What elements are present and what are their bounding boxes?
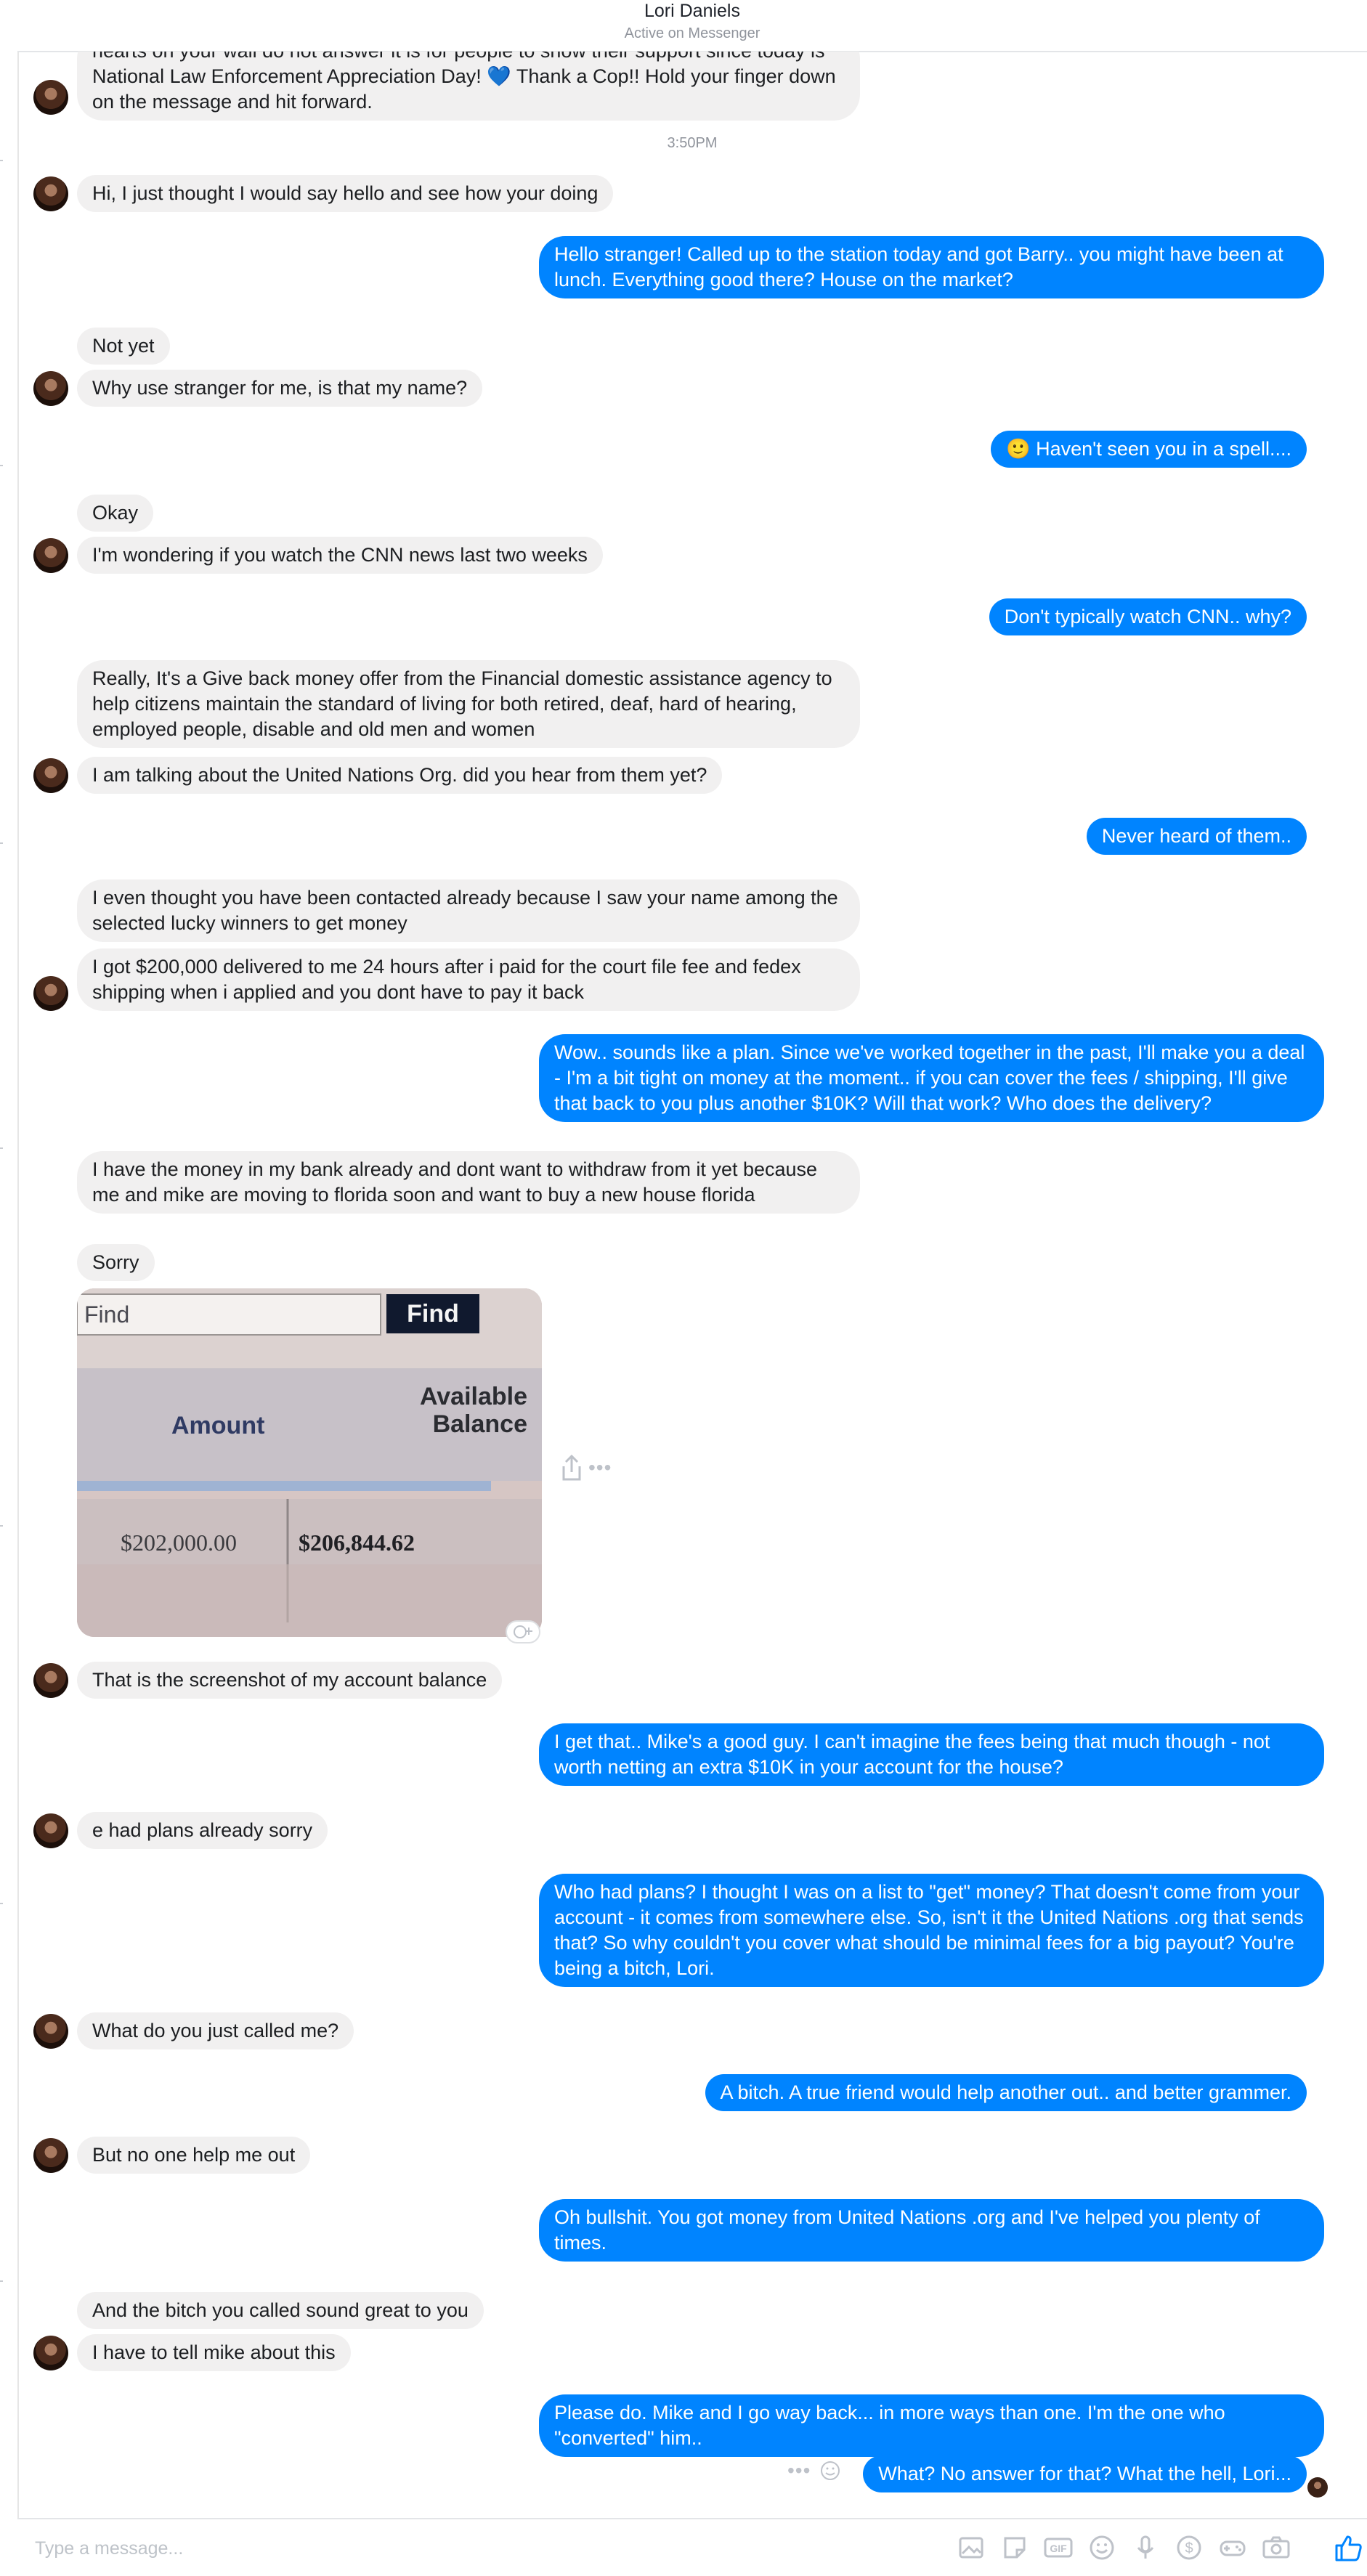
message-bubble[interactable]: Please do. Mike and I go way back... in … [539, 2394, 1324, 2457]
svg-text:GIF: GIF [1050, 2543, 1067, 2554]
message-bubble[interactable]: Oh bullshit. You got money from United N… [539, 2199, 1324, 2262]
message-bubble[interactable]: I am talking about the United Nations Or… [77, 757, 723, 794]
message-bubble[interactable]: A bitch. A true friend would help anothe… [705, 2074, 1307, 2111]
message-bubble[interactable]: Why use stranger for me, is that my name… [77, 370, 483, 407]
message-bubble[interactable]: Never heard of them.. [1086, 818, 1307, 855]
find-field: Find [84, 1301, 130, 1328]
message-bubble[interactable]: hearts on your wall do not answer it is … [77, 52, 860, 121]
message-bubble[interactable]: Hello stranger! Called up to the station… [539, 236, 1324, 298]
contact-name[interactable]: Lori Daniels [17, 0, 1367, 22]
message-bubble[interactable]: I even thought you have been contacted a… [77, 879, 860, 942]
message-bubble[interactable]: I have to tell mike about this [77, 2334, 351, 2371]
message-bubble[interactable]: I get that.. Mike's a good guy. I can't … [539, 1723, 1324, 1786]
available-column-header: Available Balance [353, 1383, 527, 1438]
rail-marker [0, 1903, 3, 1904]
message-bubble[interactable]: And the bitch you called sound great to … [77, 2292, 484, 2329]
more-options-icon[interactable]: ••• [588, 1456, 612, 1479]
find-button: Find [386, 1294, 479, 1333]
avatar[interactable] [33, 2014, 68, 2049]
emoji-icon[interactable] [1085, 2531, 1119, 2564]
message-bubble[interactable]: Sorry [77, 1244, 155, 1281]
add-reaction-icon[interactable] [506, 1620, 540, 1649]
active-status: Active on Messenger [624, 25, 760, 41]
avatar[interactable] [33, 1813, 68, 1848]
message-input[interactable] [33, 2534, 937, 2563]
message-bubble[interactable]: Who had plans? I thought I was on a list… [539, 1874, 1324, 1987]
seen-avatar [1307, 2477, 1328, 2498]
payment-icon[interactable]: $ [1172, 2531, 1206, 2564]
message-bubble[interactable]: What do you just called me? [77, 2012, 354, 2049]
message-bubble[interactable]: What? No answer for that? What the hell,… [863, 2455, 1307, 2492]
thumbs-up-icon[interactable] [1332, 2531, 1366, 2564]
timestamp: 3:50PM [667, 135, 718, 151]
message-bubble[interactable]: 🙂 Haven't seen you in a spell.... [991, 431, 1307, 468]
amount-column-header: Amount [171, 1412, 265, 1439]
message-bubble[interactable]: I'm wondering if you watch the CNN news … [77, 537, 603, 574]
rail-marker [0, 1525, 3, 1527]
share-icon[interactable] [559, 1453, 584, 1487]
avatar[interactable] [33, 80, 68, 115]
message-bubble[interactable]: I got $200,000 delivered to me 24 hours … [77, 948, 860, 1011]
emoji-reaction-icon[interactable] [819, 2460, 841, 2487]
amount-value: $202,000.00 [121, 1529, 237, 1556]
message-bubble[interactable]: Hi, I just thought I would say hello and… [77, 175, 614, 212]
message-bubble[interactable]: But no one help me out [77, 2137, 311, 2174]
rail-marker [0, 160, 3, 161]
sticker-icon[interactable] [998, 2531, 1031, 2564]
avatar[interactable] [33, 2336, 68, 2370]
gif-icon[interactable]: GIF [1042, 2531, 1075, 2564]
camera-icon[interactable] [1259, 2531, 1293, 2564]
message-composer: GIF $ [17, 2518, 1367, 2576]
message-bubble[interactable]: Really, It's a Give back money offer fro… [77, 660, 860, 748]
photo-icon[interactable] [954, 2531, 988, 2564]
image-attachment[interactable]: Find Find Amount Available Balance $202,… [77, 1288, 542, 1637]
rail-marker [0, 1147, 3, 1149]
left-rail [0, 0, 19, 2576]
avatar[interactable] [33, 371, 68, 406]
rail-marker [0, 2280, 3, 2282]
avatar[interactable] [33, 1663, 68, 1698]
more-options-icon[interactable]: ••• [787, 2459, 811, 2482]
svg-text:$: $ [1185, 2540, 1193, 2556]
rail-marker [0, 842, 3, 844]
message-bubble[interactable]: Don't typically watch CNN.. why? [989, 598, 1307, 635]
microphone-icon[interactable] [1129, 2531, 1162, 2564]
avatar[interactable] [33, 538, 68, 573]
balance-label: Balance [432, 1410, 527, 1438]
message-bubble[interactable]: That is the screenshot of my account bal… [77, 1662, 503, 1699]
avatar[interactable] [33, 976, 68, 1011]
message-thread[interactable]: hearts on your wall do not answer it is … [17, 52, 1367, 2519]
message-bubble[interactable]: I have the money in my bank already and … [77, 1151, 860, 1214]
game-icon[interactable] [1216, 2531, 1249, 2564]
account-balance-screenshot [77, 1288, 542, 1637]
message-bubble[interactable]: Okay [77, 495, 154, 532]
message-bubble[interactable]: Not yet [77, 328, 170, 365]
available-label: Available [419, 1383, 527, 1410]
conversation-header: Lori Daniels Active on Messenger [17, 0, 1367, 52]
avatar[interactable] [33, 2138, 68, 2173]
message-bubble[interactable]: Wow.. sounds like a plan. Since we've wo… [539, 1034, 1324, 1122]
message-bubble[interactable]: e had plans already sorry [77, 1812, 328, 1849]
balance-value: $206,844.62 [299, 1529, 415, 1556]
rail-marker [0, 465, 3, 466]
avatar[interactable] [33, 176, 68, 211]
avatar[interactable] [33, 758, 68, 793]
